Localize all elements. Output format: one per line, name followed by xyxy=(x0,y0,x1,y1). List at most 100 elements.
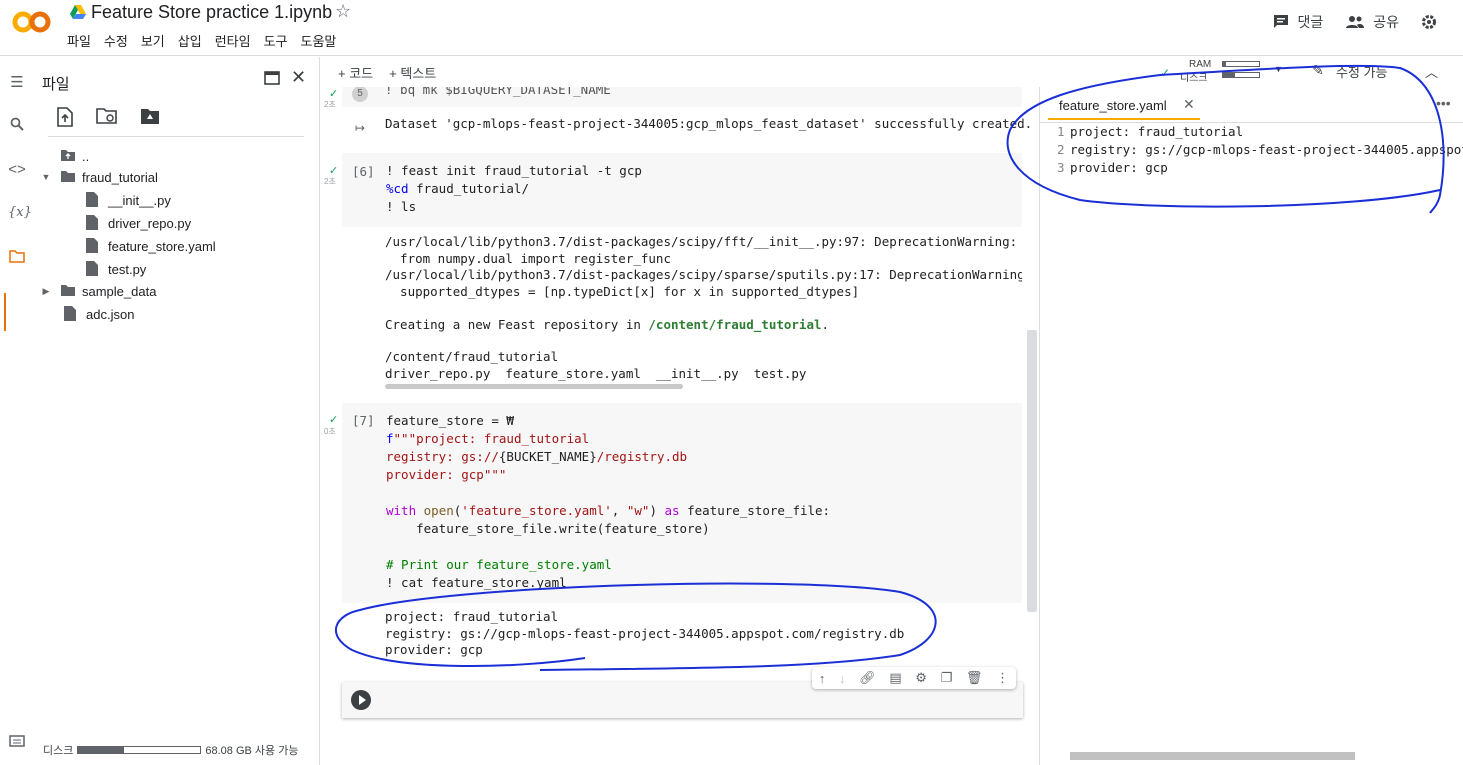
comment-icon[interactable]: ▤ xyxy=(889,670,901,686)
chevron-down-icon[interactable]: ▼ xyxy=(40,172,52,182)
tree-item-adc-json[interactable]: adc.json xyxy=(64,304,134,324)
output-line: project: fraud_tutorial xyxy=(385,609,559,624)
mirror-cell-icon[interactable]: ❐ xyxy=(941,670,953,686)
tree-item-sample-data[interactable]: ▶ sample_data xyxy=(40,281,157,301)
exec-time: 2초 xyxy=(324,100,336,109)
edit-status[interactable]: 수정 가능 xyxy=(1336,62,1396,81)
code-snippets-icon[interactable]: <> xyxy=(8,161,26,179)
tree-item-label: .. xyxy=(82,148,90,164)
code-line[interactable]: feature_store_file.write(feature_store) xyxy=(386,520,710,538)
menu-edit[interactable]: 수정 xyxy=(104,31,128,50)
add-text-button[interactable]: + 텍스트 xyxy=(389,63,436,82)
output-text: . xyxy=(821,317,830,332)
collapse-icon[interactable]: ︿ xyxy=(1425,62,1438,81)
tree-item-init-py[interactable]: __init__.py xyxy=(86,190,171,210)
tree-item-label: __init__.py xyxy=(108,192,171,208)
disk-free-text: 68.08 GB 사용 가능 xyxy=(205,745,299,757)
output-line: /content/fraud_tutorial xyxy=(385,349,559,364)
move-up-icon[interactable]: ↑ xyxy=(819,671,826,686)
tree-item-fraud-tutorial[interactable]: ▼ fraud_tutorial xyxy=(40,167,158,187)
terminal-icon[interactable] xyxy=(8,734,26,752)
code-token: open xyxy=(423,503,454,518)
variables-icon[interactable]: {x} xyxy=(8,205,32,223)
tree-item-feature-store-yaml[interactable]: feature_store.yaml xyxy=(86,236,216,256)
menu-tools[interactable]: 도구 xyxy=(264,31,288,50)
tree-item-test-py[interactable]: test.py xyxy=(86,259,146,279)
editor-line[interactable]: 3 provider: gcp xyxy=(1057,159,1168,177)
close-icon[interactable]: ✕ xyxy=(1183,96,1195,113)
tree-item-parent[interactable]: .. xyxy=(60,146,89,166)
search-icon[interactable] xyxy=(8,117,26,135)
link-icon[interactable]: 🔗︎ xyxy=(859,670,876,686)
code-line[interactable]: with open('feature_store.yaml', "w") as … xyxy=(386,502,830,520)
folder-icon[interactable] xyxy=(8,249,26,267)
cell-toolbar: ↑ ↓ 🔗︎ ▤ ⚙ ❐ 🗑︎ ⋮ xyxy=(812,667,1016,689)
code-line[interactable]: ! ls xyxy=(386,198,416,216)
notebook-area: ✓ 2초 5 ! bq mk $BIGQUERY_DATASET_NAME ↦ … xyxy=(322,87,1038,765)
upload-file-icon[interactable] xyxy=(56,107,74,127)
file-icon xyxy=(86,261,102,277)
output-scrollbar[interactable] xyxy=(385,384,683,389)
refresh-folder-icon[interactable] xyxy=(96,107,118,125)
toc-icon[interactable]: ☰ xyxy=(8,73,26,91)
settings-button[interactable] xyxy=(1421,14,1445,30)
code-line[interactable]: provider: gcp""" xyxy=(386,466,506,484)
star-icon[interactable]: ☆ xyxy=(335,1,351,22)
tree-item-label: fraud_tutorial xyxy=(82,169,158,185)
code-line[interactable]: %cd fraud_tutorial/ xyxy=(386,180,529,198)
notebook-title[interactable]: Feature Store practice 1.ipynb xyxy=(91,2,332,23)
colab-logo[interactable] xyxy=(12,8,52,36)
share-button[interactable]: 공유 xyxy=(1345,12,1399,32)
code-line[interactable]: # Print our feature_store.yaml xyxy=(386,556,612,574)
disk-fill xyxy=(1223,73,1235,77)
ram-bar xyxy=(1222,61,1260,67)
line-text: registry: gs://gcp-mlops-feast-project-3… xyxy=(1070,142,1463,157)
move-down-icon[interactable]: ↓ xyxy=(839,671,846,686)
code-line[interactable]: registry: gs://{BUCKET_NAME}/registry.db xyxy=(386,448,687,466)
line-number: 1 xyxy=(1057,124,1065,139)
code-token: 'feature_store.yaml' xyxy=(461,503,612,518)
share-label: 공유 xyxy=(1373,14,1399,30)
magic-command: %cd xyxy=(386,181,409,196)
chevron-down-icon[interactable]: ▼ xyxy=(1274,64,1283,74)
delete-icon[interactable]: 🗑︎ xyxy=(966,670,983,686)
file-icon xyxy=(86,238,102,254)
cell-prompt: [6] xyxy=(352,164,375,179)
check-icon: ✓ xyxy=(1160,66,1171,80)
gear-icon[interactable]: ⚙ xyxy=(915,670,927,686)
tree-item-driver-repo[interactable]: driver_repo.py xyxy=(86,213,191,233)
menu-insert[interactable]: 삽입 xyxy=(178,31,202,50)
more-horiz-icon[interactable]: ••• xyxy=(1436,95,1451,111)
menu-help[interactable]: 도움말 xyxy=(301,31,337,50)
code-line[interactable]: ! feast init fraud_tutorial -t gcp xyxy=(386,162,642,180)
editor-horizontal-scrollbar[interactable] xyxy=(1070,752,1355,760)
output-line: /usr/local/lib/python3.7/dist-packages/s… xyxy=(385,267,1022,282)
code-line[interactable]: ! bq mk $BIGQUERY_DATASET_NAME xyxy=(385,87,611,99)
code-token: "w" xyxy=(626,503,650,518)
editor-line[interactable]: 1 project: fraud_tutorial xyxy=(1057,123,1243,141)
pane-divider[interactable] xyxy=(1039,87,1040,765)
code-line[interactable]: feature_store = ₩ xyxy=(386,412,514,430)
output-path: /content/fraud_tutorial xyxy=(648,317,822,332)
add-code-button[interactable]: + 코드 xyxy=(338,63,373,82)
menu-file[interactable]: 파일 xyxy=(67,31,91,50)
code-line[interactable]: f"""project: fraud_tutorial xyxy=(386,430,589,448)
editor-line[interactable]: 2 registry: gs://gcp-mlops-feast-project-… xyxy=(1057,141,1463,159)
chevron-right-icon[interactable]: ▶ xyxy=(40,286,52,297)
mount-drive-icon[interactable] xyxy=(140,107,160,125)
line-text: provider: gcp xyxy=(1070,160,1168,175)
menu-runtime[interactable]: 런타임 xyxy=(215,31,251,50)
notebook-scrollbar[interactable] xyxy=(1027,330,1037,612)
ram-fill xyxy=(1223,62,1226,66)
comments-button[interactable]: 댓글 xyxy=(1273,12,1323,32)
menu-view[interactable]: 보기 xyxy=(141,31,165,50)
disk-usage-bar xyxy=(77,746,202,754)
editor-tab[interactable]: feature_store.yaml xyxy=(1059,98,1167,113)
code-line[interactable]: ! cat feature_store.yaml xyxy=(386,574,567,592)
close-icon[interactable]: ✕ xyxy=(291,67,306,88)
run-cell-button[interactable] xyxy=(351,690,371,710)
new-window-icon[interactable] xyxy=(264,71,280,90)
disk-label: 디스크 xyxy=(43,745,74,757)
code-token: {BUCKET_NAME} xyxy=(498,449,597,464)
more-vert-icon[interactable]: ⋮ xyxy=(996,670,1009,686)
